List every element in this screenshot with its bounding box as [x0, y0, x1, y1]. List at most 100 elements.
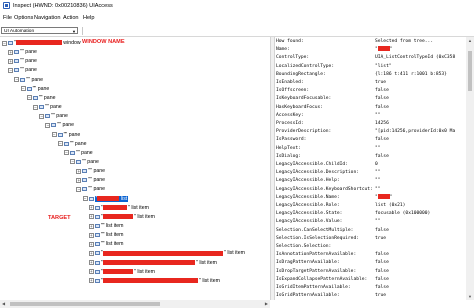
scroll-down-icon[interactable]: ▼: [468, 294, 472, 299]
property-row[interactable]: LegacyIAccessible.ChildId: 0: [275, 161, 466, 169]
tree-row[interactable]: + "" pane: [8, 48, 37, 56]
tree-scrollbar[interactable]: ◀ ▶: [0, 300, 270, 308]
tree-row[interactable]: − "" pane: [45, 121, 74, 129]
property-row[interactable]: IsAnnotationPatternAvailable: false: [275, 251, 466, 259]
menu-file[interactable]: File: [3, 15, 12, 21]
expand-icon[interactable]: +: [88, 223, 94, 229]
tree-row[interactable]: + "" pane: [8, 57, 37, 65]
collapse-icon[interactable]: −: [26, 95, 32, 101]
element-tree[interactable]: −" window+"" pane+"" pane−"" pane−"" pan…: [0, 37, 270, 300]
properties-scrollbar[interactable]: ▲ ▼: [466, 37, 474, 300]
tree-row[interactable]: − "" pane: [39, 112, 68, 120]
property-row[interactable]: HelpText: "": [275, 145, 466, 153]
expand-icon[interactable]: +: [88, 214, 94, 220]
property-row[interactable]: BoundingRectangle: {l:186 t:411 r:1001 b:…: [275, 71, 466, 79]
collapse-icon[interactable]: −: [2, 40, 7, 46]
tree-row[interactable]: − "" pane: [70, 158, 99, 166]
expand-icon[interactable]: +: [88, 241, 94, 247]
tree-row[interactable]: − "" pane: [51, 131, 80, 139]
property-row[interactable]: LegacyIAccessible.Value: "": [275, 218, 466, 226]
tree-row[interactable]: − "" pane: [8, 66, 37, 74]
tree-row[interactable]: − "" pane: [64, 149, 93, 157]
expand-icon[interactable]: +: [8, 58, 14, 64]
expand-icon[interactable]: +: [88, 250, 94, 256]
expand-icon[interactable]: +: [88, 260, 94, 266]
property-row[interactable]: Selection.CanSelectMultiple: false: [275, 227, 466, 235]
scroll-up-icon[interactable]: ▲: [468, 38, 472, 43]
scroll-right-icon[interactable]: ▶: [265, 301, 268, 306]
mode-select[interactable]: UI Automation ▼: [1, 27, 78, 34]
property-row[interactable]: AccessKey: "": [275, 112, 466, 120]
collapse-icon[interactable]: −: [39, 113, 45, 119]
menu-help[interactable]: Help: [83, 15, 95, 21]
property-row[interactable]: IsGridItemPatternAvailable: false: [275, 284, 466, 292]
expand-icon[interactable]: +: [88, 278, 94, 284]
tree-row-list-item[interactable]: + "" list item: [88, 222, 124, 230]
properties-pane[interactable]: How found: Selected from tree... Name: " " Co…: [275, 37, 466, 300]
collapse-icon[interactable]: −: [33, 104, 38, 110]
expand-icon[interactable]: +: [88, 232, 94, 238]
collapse-icon[interactable]: −: [76, 186, 82, 192]
expand-icon[interactable]: +: [8, 49, 14, 55]
collapse-icon[interactable]: −: [64, 150, 69, 156]
property-row[interactable]: IsGridPatternAvailable: true: [275, 292, 466, 300]
collapse-icon[interactable]: −: [57, 141, 63, 147]
property-row[interactable]: LegacyIAccessible.Description: "": [275, 169, 466, 177]
tree-row-list-item[interactable]: + "" list item: [88, 231, 124, 239]
property-row[interactable]: Selection.Selection:: [275, 243, 466, 251]
tree-row[interactable]: − "" pane: [14, 76, 43, 84]
property-row[interactable]: LocalizedControlType: "list": [275, 63, 466, 71]
property-row[interactable]: Name: " ": [275, 46, 466, 54]
property-row[interactable]: IsExpandCollapsePatternAvailable: false: [275, 276, 466, 284]
tree-row-list-item[interactable]: + " " list item: [88, 204, 149, 212]
property-row[interactable]: ProviderDescription: "[pid:14256,provider…: [275, 128, 466, 136]
property-row[interactable]: IsPassword: false: [275, 136, 466, 144]
tree-row-list-item[interactable]: + " " list item: [88, 259, 217, 267]
collapse-icon[interactable]: −: [70, 159, 76, 165]
property-row[interactable]: IsOffscreen: false: [275, 87, 466, 95]
collapse-icon[interactable]: −: [8, 67, 14, 73]
tree-row[interactable]: − "" pane: [26, 94, 55, 102]
tree-row-list-item[interactable]: + " " list item: [88, 268, 155, 276]
tree-row[interactable]: − " window: [2, 39, 81, 47]
scroll-left-icon[interactable]: ◀: [2, 301, 5, 306]
collapse-icon[interactable]: −: [14, 77, 20, 83]
property-row[interactable]: IsDragPatternAvailable: false: [275, 259, 466, 267]
property-row[interactable]: IsDropTargetPatternAvailable: false: [275, 268, 466, 276]
expand-icon[interactable]: +: [76, 177, 82, 183]
tree-row-list-item[interactable]: + "" list item: [88, 240, 124, 248]
expand-icon[interactable]: +: [88, 269, 94, 275]
tree-row-list-item[interactable]: + " " list item: [88, 213, 155, 221]
scroll-thumb[interactable]: [468, 51, 472, 91]
collapse-icon[interactable]: −: [51, 132, 57, 137]
property-row[interactable]: HasKeyboardFocus: false: [275, 104, 466, 112]
collapse-icon[interactable]: −: [82, 196, 88, 202]
property-row[interactable]: LegacyIAccessible.Name: " ": [275, 193, 466, 202]
tree-row[interactable]: − "" pane: [76, 185, 105, 193]
menu-action[interactable]: Action: [63, 15, 79, 21]
expand-icon[interactable]: +: [88, 205, 94, 211]
tree-row[interactable]: − "" pane: [57, 140, 86, 148]
collapse-icon[interactable]: −: [20, 86, 26, 92]
tree-row[interactable]: + "" pane: [76, 167, 105, 175]
property-row[interactable]: Selection.IsSelectionRequired: true: [275, 235, 466, 243]
property-row[interactable]: How found: Selected from tree...: [275, 38, 466, 46]
scroll-thumb[interactable]: [10, 302, 160, 306]
property-row[interactable]: ProcessId: 14256: [275, 120, 466, 128]
tree-row[interactable]: + "" pane: [76, 176, 105, 184]
property-row[interactable]: IsDialog: false: [275, 153, 466, 161]
property-row[interactable]: ControlType: UIA_ListControlTypeId (0xC35…: [275, 54, 466, 62]
collapse-icon[interactable]: −: [45, 122, 51, 128]
expand-icon[interactable]: +: [76, 168, 82, 174]
property-row[interactable]: LegacyIAccessible.State: focusable (0x100…: [275, 210, 466, 218]
menu-navigation[interactable]: Navigation: [34, 15, 60, 21]
tree-row[interactable]: − "" pane: [33, 103, 62, 111]
tree-row-list-item[interactable]: + " " list item: [88, 277, 220, 285]
tree-row[interactable]: − "" pane: [20, 85, 49, 93]
property-row[interactable]: IsKeyboardFocusable: false: [275, 95, 466, 103]
menu-options[interactable]: Options: [14, 15, 33, 21]
property-row[interactable]: LegacyIAccessible.KeyboardShortcut: "": [275, 186, 466, 194]
tree-row[interactable]: −" list: [82, 195, 129, 203]
property-row[interactable]: LegacyIAccessible.Help: "": [275, 177, 466, 185]
property-row[interactable]: LegacyIAccessible.Role: list (0x21): [275, 202, 466, 210]
